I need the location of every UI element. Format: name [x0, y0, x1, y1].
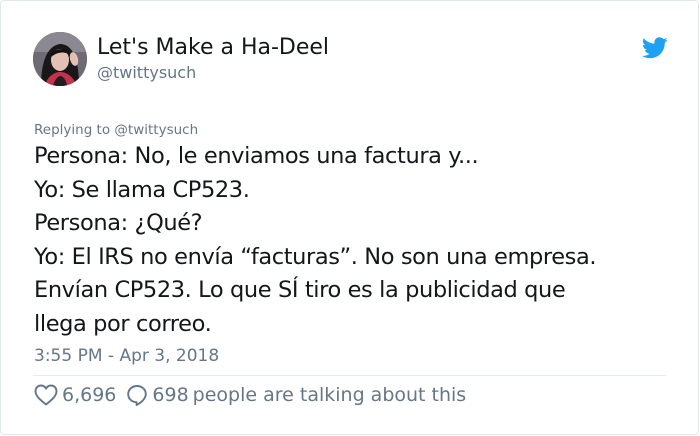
- tweet-line: Envían CP523. Lo que SÍ tiro es la publi…: [34, 277, 566, 303]
- replying-to: Replying to @twittysuch: [34, 121, 198, 139]
- tweet-line: llega por correo.: [34, 310, 212, 337]
- author-name[interactable]: Let's Make a Ha-Deel: [97, 35, 329, 61]
- like-count[interactable]: 6,696: [62, 384, 116, 406]
- replying-handle-link[interactable]: @twittysuch: [114, 122, 198, 138]
- author-handle[interactable]: @twittysuch: [97, 63, 196, 83]
- twitter-bird-icon[interactable]: [642, 37, 668, 59]
- replying-prefix: Replying to: [34, 122, 111, 138]
- avatar-photo: [33, 32, 87, 86]
- tweet-timestamp[interactable]: 3:55 PM - Apr 3, 2018: [34, 345, 219, 367]
- divider: [33, 375, 666, 376]
- tweet-line: Yo: Se llama CP523.: [34, 176, 250, 203]
- avatar[interactable]: [33, 32, 87, 86]
- tweet-line: Persona: No, le enviamos una factura y..…: [34, 143, 479, 169]
- tweet-actions: 6,696 698 people are talking about this: [34, 382, 466, 408]
- speech-bubble-icon[interactable]: [126, 384, 148, 406]
- tweet-body: Persona: No, le enviamos una factura y..…: [34, 140, 674, 341]
- reply-count[interactable]: 698: [152, 384, 188, 406]
- tweet-line: Persona: ¿Qué?: [34, 210, 203, 236]
- heart-icon[interactable]: [34, 384, 58, 406]
- tweet-card: Let's Make a Ha-Deel @twittysuch Replyin…: [0, 0, 699, 435]
- talking-about-text[interactable]: people are talking about this: [193, 384, 467, 406]
- tweet-line: Yo: El IRS no envía “facturas”. No son u…: [34, 243, 597, 270]
